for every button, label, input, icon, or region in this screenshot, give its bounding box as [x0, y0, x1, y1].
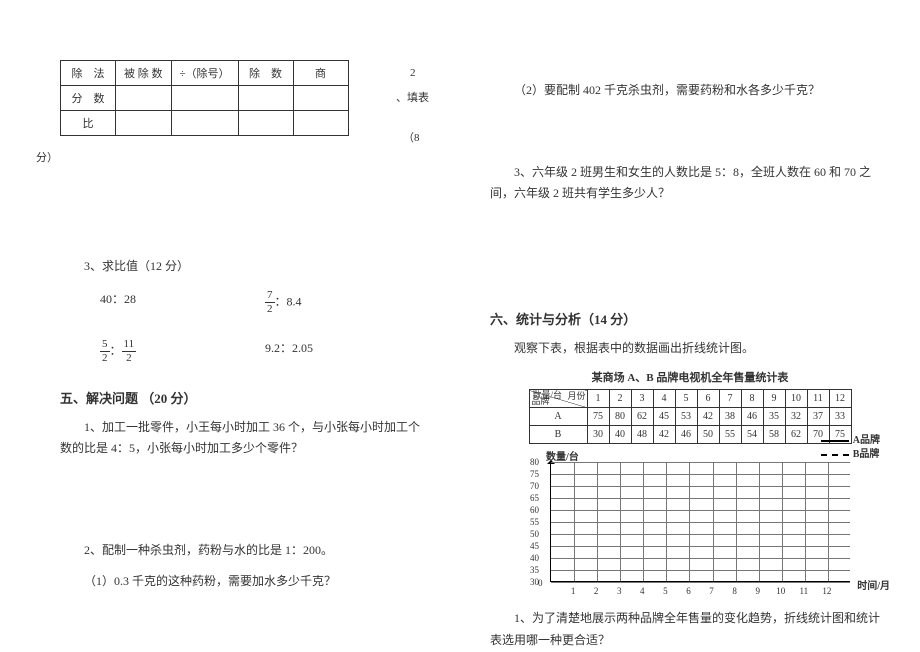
- y-tick-label: 60: [530, 505, 539, 515]
- q6-intro: 观察下表，根据表中的数据画出折线统计图。: [490, 338, 890, 360]
- x-axis-title: 时间/月: [857, 577, 890, 592]
- line-chart-grid: A品牌 B品牌 数量/台 0 时间/月 30354045505560657075…: [510, 452, 890, 602]
- fraction: 72: [265, 290, 275, 315]
- legend-a: A品牌: [821, 434, 880, 448]
- x-tick-label: 12: [822, 586, 831, 596]
- y-tick-label: 55: [530, 517, 539, 527]
- th-dividend: 被 除 数: [116, 61, 172, 86]
- x-tick-label: 5: [663, 586, 668, 596]
- y-tick-label: 45: [530, 541, 539, 551]
- section5-title: 五、解决问题 （20 分）: [60, 388, 430, 407]
- q6-1: 1、为了清楚地展示两种品牌全年售量的变化趋势，折线统计图和统计表选用哪一种更合适…: [490, 608, 890, 651]
- q5-3: 3、六年级 2 班男生和女生的人数比是 5：8，全班人数在 60 和 70 之间…: [490, 162, 890, 205]
- side-note: 、填表: [396, 90, 429, 108]
- x-tick-label: 7: [709, 586, 714, 596]
- y-tick-label: 70: [530, 481, 539, 491]
- stat-table-title: 某商场 A、B 品牌电视机全年售量统计表: [490, 369, 890, 385]
- side-note: 分）: [36, 150, 58, 168]
- x-tick-label: 10: [776, 586, 785, 596]
- ratio-item: 9.2：2.05: [265, 339, 430, 364]
- ratio-item: 52：112: [100, 339, 265, 364]
- th-quotient: 商: [293, 61, 348, 86]
- table-row: B 30 40 48 42 46 50 55 54 58 62 70 75: [529, 426, 851, 444]
- ratio-item: 40：28: [100, 290, 265, 315]
- th-sign: ÷（除号）: [171, 61, 238, 86]
- fraction: 52: [100, 339, 110, 364]
- y-tick-label: 40: [530, 553, 539, 563]
- table-row: 比: [61, 111, 349, 136]
- q5-1: 1、加工一批零件，小王每小时加工 36 个，与小张每小时加工个数的比是 4：5，…: [60, 417, 430, 460]
- table-row: A 75 80 62 45 53 42 38 46 35 32 37 33: [529, 408, 851, 426]
- fill-table: 除 法 被 除 数 ÷（除号） 除 数 商 分 数 比: [60, 60, 349, 136]
- q5-2: 2、配制一种杀虫剂，药粉与水的比是 1：200。: [60, 540, 430, 562]
- y-tick-label: 35: [530, 565, 539, 575]
- y-tick-label: 30: [530, 577, 539, 587]
- table-row: 数量/台 月份 品牌 1 2 3 4 5 6 7 8 9 10 11 12: [529, 390, 851, 408]
- x-tick-label: 2: [594, 586, 599, 596]
- y-tick-label: 80: [530, 457, 539, 467]
- table-row: 分 数: [61, 86, 349, 111]
- x-tick-label: 4: [640, 586, 645, 596]
- th-division: 除 法: [61, 61, 116, 86]
- side-note: 2: [410, 65, 416, 83]
- x-tick-label: 9: [755, 586, 760, 596]
- x-tick-label: 8: [732, 586, 737, 596]
- q5-2b: （2）要配制 402 千克杀虫剂，需要药粉和水各多少千克？: [490, 80, 890, 102]
- diag-header: 数量/台 月份 品牌: [529, 390, 587, 408]
- stat-table: 数量/台 月份 品牌 1 2 3 4 5 6 7 8 9 10 11 12 A …: [529, 389, 852, 444]
- x-tick-label: 1: [571, 586, 576, 596]
- x-tick-label: 6: [686, 586, 691, 596]
- section6-title: 六、统计与分析（14 分）: [490, 309, 890, 328]
- x-tick-label: 3: [617, 586, 622, 596]
- fraction: 112: [122, 339, 137, 364]
- side-note: （8: [403, 130, 420, 148]
- q3-title: 3、求比值（12 分）: [60, 256, 430, 278]
- legend-b: B品牌: [821, 448, 880, 462]
- row-label-fraction: 分 数: [61, 86, 116, 111]
- x-tick-label: 11: [800, 586, 809, 596]
- q5-2a: （1）0.3 千克的这种药粉，需要加水多少千克？: [60, 571, 430, 593]
- th-divisor: 除 数: [238, 61, 293, 86]
- chart-legend: A品牌 B品牌: [821, 434, 880, 462]
- ratio-item: 72：8.4: [265, 290, 430, 315]
- y-tick-label: 65: [530, 493, 539, 503]
- y-tick-label: 75: [530, 469, 539, 479]
- y-tick-label: 50: [530, 529, 539, 539]
- row-label-ratio: 比: [61, 111, 116, 136]
